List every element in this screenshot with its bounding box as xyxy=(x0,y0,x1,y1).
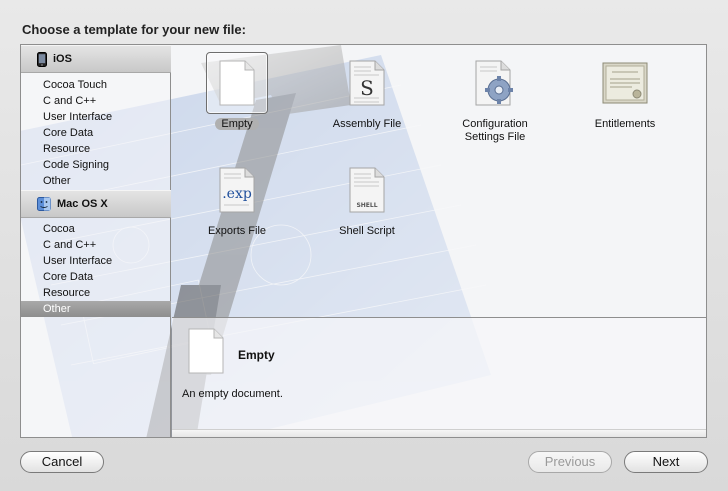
detail-title: Empty xyxy=(238,348,275,362)
detail-footer-bar xyxy=(172,429,706,437)
template-category-sidebar: iOS Cocoa Touch C and C++ User Interface… xyxy=(21,45,171,437)
template-entitlements[interactable]: Entitlements xyxy=(560,52,690,131)
sidebar-item-other[interactable]: Other xyxy=(21,173,171,189)
iphone-icon xyxy=(37,51,47,67)
sidebar-item-core-data[interactable]: Core Data xyxy=(21,125,171,141)
sidebar-item-other-selected[interactable]: Other xyxy=(21,301,171,317)
sidebar-item-code-signing[interactable]: Code Signing xyxy=(21,157,171,173)
template-config-icon-frame xyxy=(464,52,526,114)
template-label: Assembly File xyxy=(332,118,402,130)
group-header-mac-os-x[interactable]: Mac OS X xyxy=(21,190,171,218)
sidebar-item-user-interface[interactable]: User Interface xyxy=(21,253,171,269)
template-shell-script[interactable]: SHELL Shell Script xyxy=(302,159,432,238)
template-configuration-settings-file[interactable]: Configuration Settings File xyxy=(430,52,560,144)
template-exports-file[interactable]: .exp Exports File xyxy=(172,159,302,238)
template-shell-icon-frame: SHELL xyxy=(336,159,398,221)
template-empty-icon-frame xyxy=(206,52,268,114)
exp-document-icon: .exp xyxy=(219,167,255,213)
template-chooser-panel: iOS Cocoa Touch C and C++ User Interface… xyxy=(20,44,707,438)
detail-description: An empty document. xyxy=(182,388,283,400)
dialog-title: Choose a template for your new file: xyxy=(22,22,246,37)
sidebar-item-cocoa[interactable]: Cocoa xyxy=(21,221,171,237)
mac-category-list: Cocoa C and C++ User Interface Core Data… xyxy=(21,221,171,317)
previous-button[interactable]: Previous xyxy=(528,451,612,473)
shell-document-icon: SHELL xyxy=(349,167,385,213)
next-button[interactable]: Next xyxy=(624,451,708,473)
template-detail-pane: Empty An empty document. xyxy=(172,318,706,437)
template-label: Exports File xyxy=(207,225,267,237)
sidebar-item-c-and-cpp[interactable]: C and C++ xyxy=(21,237,171,253)
config-gear-document-icon xyxy=(475,60,513,106)
sidebar-item-c-and-cpp[interactable]: C and C++ xyxy=(21,93,171,109)
sidebar-item-resource[interactable]: Resource xyxy=(21,285,171,301)
group-label-ios: iOS xyxy=(53,53,72,65)
mac-finder-icon xyxy=(37,197,51,211)
certificate-icon xyxy=(602,62,648,104)
cancel-button[interactable]: Cancel xyxy=(20,451,104,473)
shell-badge: SHELL xyxy=(356,202,377,209)
blank-document-icon xyxy=(219,60,255,106)
template-label: Entitlements xyxy=(594,118,656,130)
template-label-line-2: Settings File xyxy=(464,131,526,143)
template-exports-icon-frame: .exp xyxy=(206,159,268,221)
template-entitlements-icon-frame xyxy=(594,52,656,114)
template-label-line-1: Configuration xyxy=(462,118,528,130)
template-empty[interactable]: Empty xyxy=(172,52,302,131)
sidebar-item-cocoa-touch[interactable]: Cocoa Touch xyxy=(21,77,171,93)
template-assembly-file[interactable]: S Assembly File xyxy=(302,52,432,131)
template-grid: Empty S Assembly File Configuration Sett… xyxy=(172,45,706,317)
group-header-ios[interactable]: iOS xyxy=(21,45,171,73)
exports-badge: .exp xyxy=(222,186,252,202)
template-assembly-icon-frame: S xyxy=(336,52,398,114)
sidebar-item-user-interface[interactable]: User Interface xyxy=(21,109,171,125)
sidebar-item-core-data[interactable]: Core Data xyxy=(21,269,171,285)
assembly-s-document-icon: S xyxy=(349,60,385,106)
ios-category-list: Cocoa Touch C and C++ User Interface Cor… xyxy=(21,77,171,189)
sidebar-item-resource[interactable]: Resource xyxy=(21,141,171,157)
group-label-mac-os-x: Mac OS X xyxy=(57,198,108,210)
blank-document-icon xyxy=(188,328,224,374)
template-label: Empty xyxy=(215,118,259,130)
assembly-badge: S xyxy=(360,76,374,100)
template-label: Shell Script xyxy=(339,225,395,237)
